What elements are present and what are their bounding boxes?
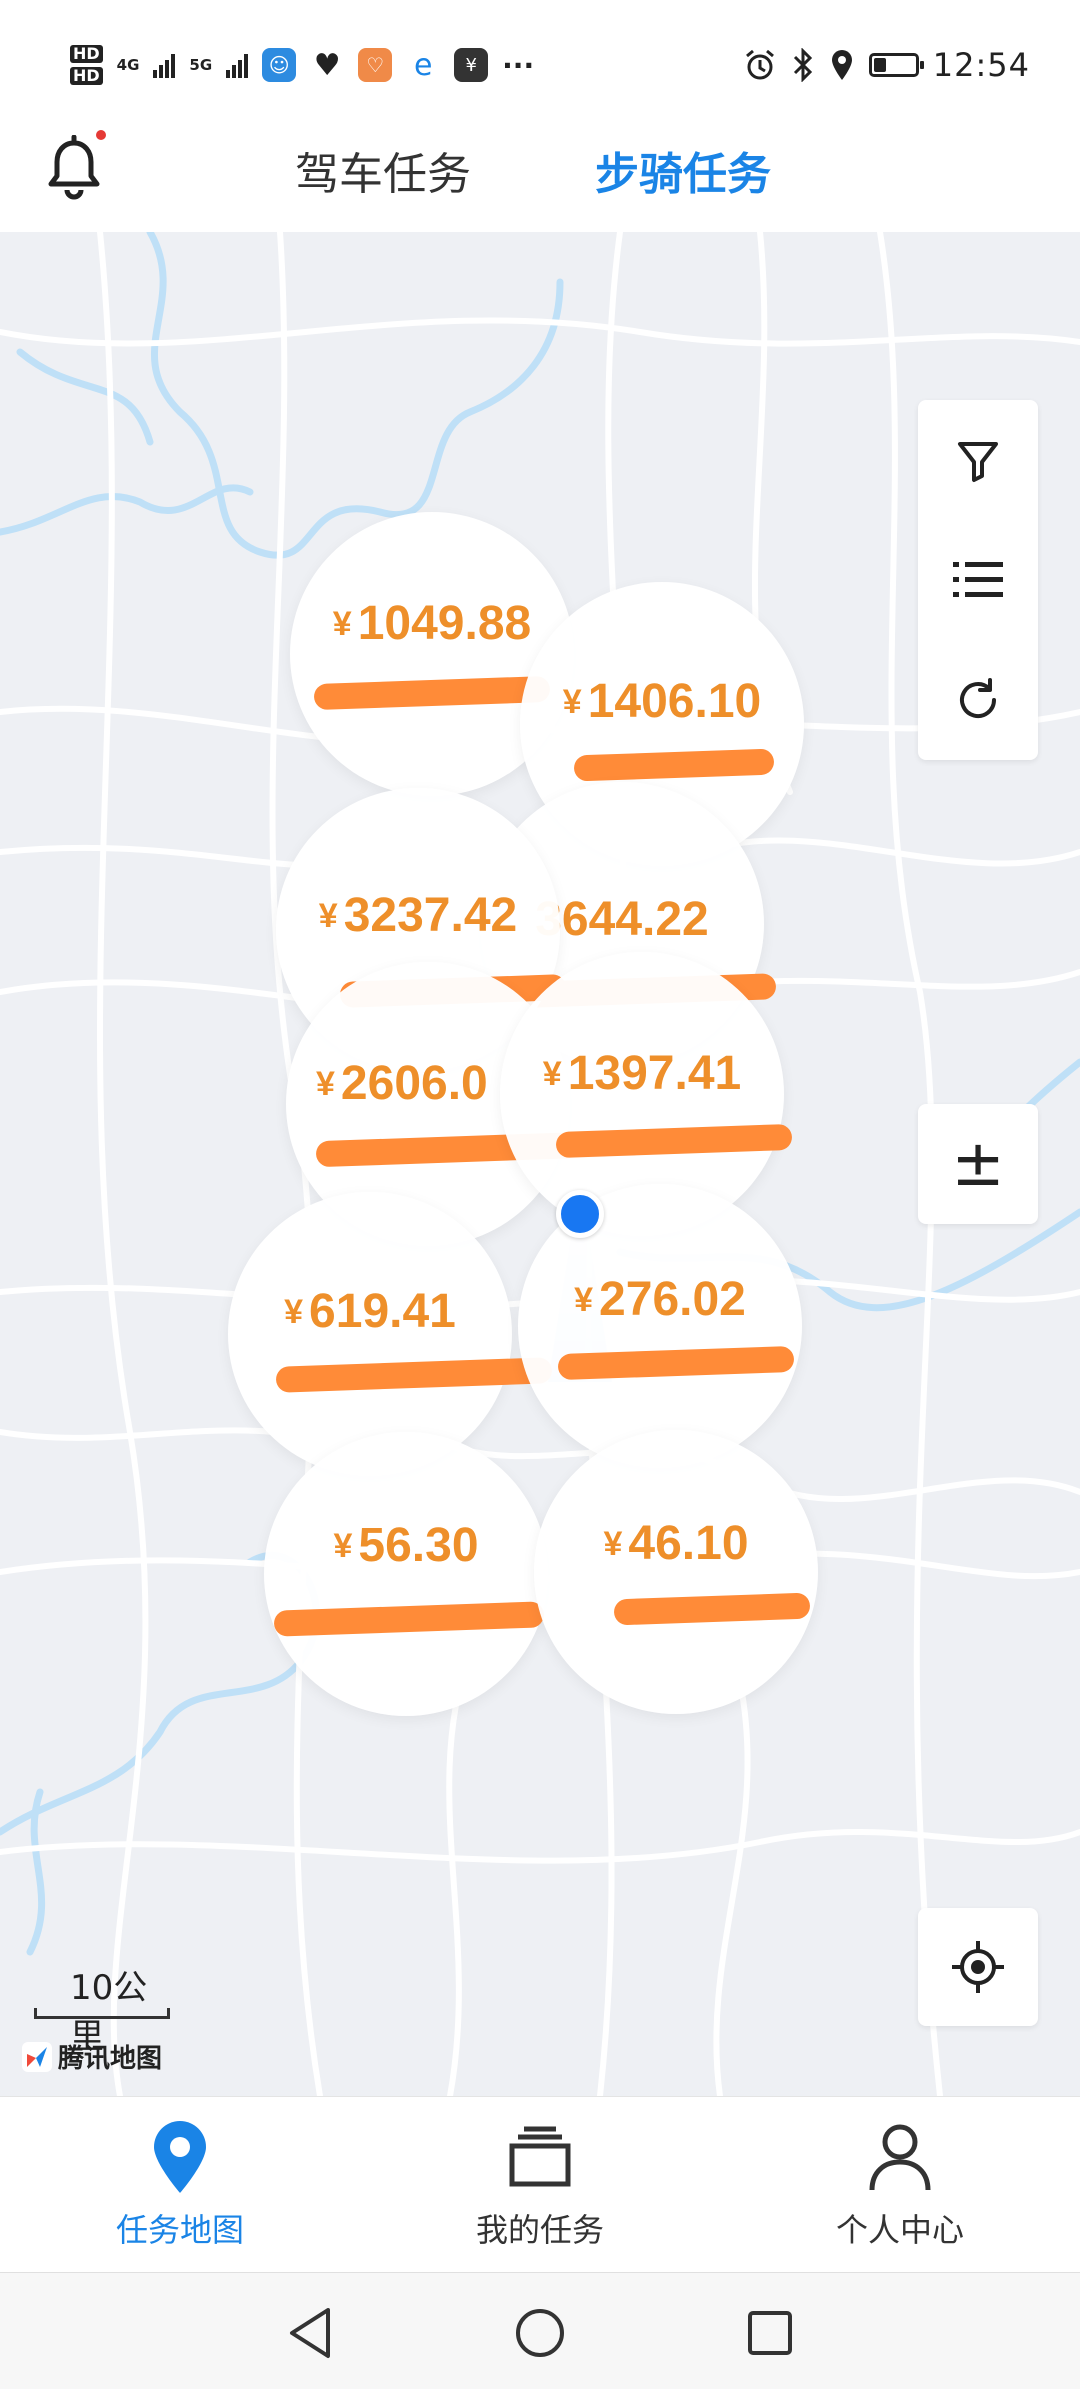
battery-icon <box>868 53 924 77</box>
notifications-button[interactable] <box>46 134 106 205</box>
list-icon <box>953 562 1003 597</box>
cluster-amount: 276.02 <box>599 1273 746 1326</box>
signal-icon-2 <box>226 52 249 78</box>
tab-walk-ride-tasks[interactable]: 步骑任务 <box>595 138 771 202</box>
refresh-button[interactable] <box>918 640 1038 760</box>
currency-symbol: ¥ <box>333 1527 353 1565</box>
alarm-icon <box>745 49 774 80</box>
currency-symbol: ¥ <box>332 605 352 643</box>
hd-badge-2: HD <box>70 67 103 85</box>
status-bar: HD HD 4G 5G ☺ ♥ ♡ e ¥ ··· 12:54 <box>0 0 1080 120</box>
currency-symbol: ¥ <box>316 1065 335 1103</box>
currency-symbol: ¥ <box>318 897 338 935</box>
network-4g-label: 4G <box>116 56 140 74</box>
wallet-icon: ¥ <box>454 48 489 82</box>
location-status-icon <box>831 50 852 80</box>
recents-square-icon <box>748 2311 792 2355</box>
filter-button[interactable] <box>918 400 1038 520</box>
task-cluster-46[interactable]: ¥46.10 <box>534 1430 818 1714</box>
locate-me-button[interactable] <box>918 1908 1038 2026</box>
nav-label-my-tasks: 我的任务 <box>475 2211 604 2249</box>
network-5g-label: 5G <box>189 56 213 74</box>
redaction-scribble <box>613 1592 811 1626</box>
cluster-amount: 2606.0 <box>340 1057 488 1110</box>
map-pin-icon <box>154 2121 206 2193</box>
cluster-amount: 619.41 <box>309 1285 456 1338</box>
system-navigation-bar <box>0 2272 1080 2389</box>
map-tools-panel <box>918 400 1038 760</box>
hd-badge-1: HD <box>70 45 103 63</box>
scale-bar <box>34 2008 170 2019</box>
map-provider-name: 腾讯地图 <box>58 2044 163 2074</box>
nav-my-tasks[interactable]: 我的任务 <box>420 2117 660 2251</box>
task-map[interactable]: ± ¥1049.88 ¥1406.10 3644.22 ¥3237.42 ¥26… <box>0 232 1080 2096</box>
cluster-amount: 1406.10 <box>587 675 762 728</box>
cluster-amount: 1397.41 <box>567 1047 742 1100</box>
tab-driving-tasks[interactable]: 驾车任务 <box>295 138 471 202</box>
zoom-icon: ± <box>951 1127 1005 1201</box>
nav-personal-center[interactable]: 个人中心 <box>780 2117 1020 2251</box>
notification-dot <box>96 130 106 140</box>
person-icon <box>869 2124 931 2191</box>
nav-label-personal-center: 个人中心 <box>835 2211 964 2249</box>
cluster-amount: 3237.42 <box>343 889 518 942</box>
bell-icon <box>48 134 100 200</box>
app-notification-icon: ☺ <box>262 48 297 82</box>
cluster-amount: 1049.88 <box>357 597 532 650</box>
hd-badges: HD HD <box>70 45 103 85</box>
task-cluster-619[interactable]: ¥619.41 <box>228 1192 553 1476</box>
tencent-map-icon <box>22 2041 52 2072</box>
health-app-icon: ♡ <box>358 48 393 82</box>
bottom-navigation: 任务地图 我的任务 个人中心 <box>0 2096 1080 2273</box>
home-button[interactable] <box>510 2303 570 2363</box>
current-location-marker <box>556 1190 604 1238</box>
currency-symbol: ¥ <box>574 1281 594 1319</box>
zoom-button[interactable]: ± <box>918 1104 1038 1224</box>
clock: 12:54 <box>932 46 1030 84</box>
redaction-scribble <box>313 675 551 711</box>
task-cluster-56[interactable]: ¥56.30 <box>264 1432 548 1716</box>
nav-task-map[interactable]: 任务地图 <box>60 2117 300 2251</box>
back-button[interactable] <box>280 2303 340 2363</box>
currency-symbol: ¥ <box>542 1055 562 1093</box>
currency-symbol: ¥ <box>562 683 582 721</box>
map-provider-logo: 腾讯地图 <box>22 2038 162 2075</box>
cluster-amount: 56.30 <box>358 1519 479 1572</box>
currency-symbol: ¥ <box>284 1293 304 1331</box>
list-view-button[interactable] <box>918 520 1038 640</box>
crosshair-icon <box>952 1941 1004 1993</box>
status-right: 12:54 <box>743 40 1030 90</box>
filter-icon <box>958 442 998 482</box>
redaction-scribble <box>557 1345 795 1381</box>
health-heart-icon: ♥ <box>310 48 345 83</box>
nav-label-task-map: 任务地图 <box>115 2211 244 2249</box>
top-header: 驾车任务 步骑任务 <box>0 120 1080 232</box>
home-circle-icon <box>516 2309 564 2357</box>
signal-icon <box>153 52 176 78</box>
cluster-amount: 3644.22 <box>535 893 709 946</box>
stack-icon <box>509 2126 571 2187</box>
refresh-icon <box>960 678 996 718</box>
redaction-scribble <box>573 748 775 782</box>
redaction-scribble <box>555 1123 793 1159</box>
browser-icon: e <box>406 48 441 83</box>
back-triangle-icon <box>290 2308 330 2358</box>
more-notifications-icon: ··· <box>502 48 535 82</box>
cluster-amount: 46.10 <box>628 1517 749 1570</box>
redaction-scribble <box>273 1601 545 1637</box>
currency-symbol: ¥ <box>603 1525 623 1563</box>
recents-button[interactable] <box>740 2303 800 2363</box>
bluetooth-icon <box>793 48 812 82</box>
status-left: HD HD 4G 5G ☺ ♥ ♡ e ¥ ··· <box>70 35 534 95</box>
